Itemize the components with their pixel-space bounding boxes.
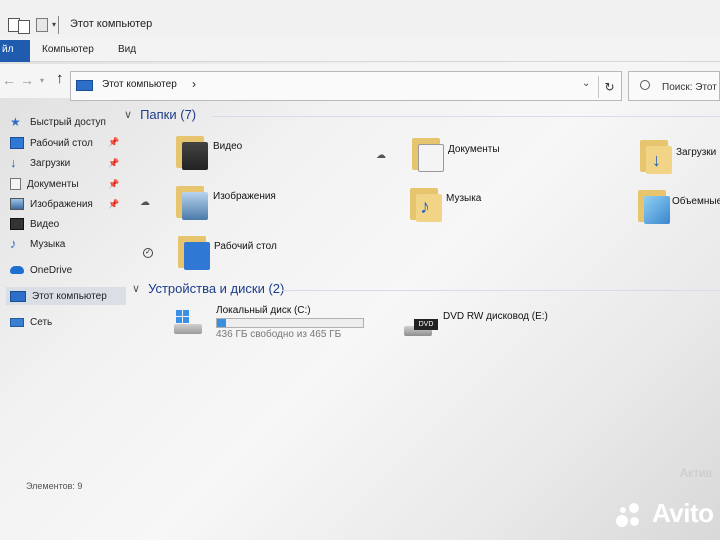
- sidebar-item-video[interactable]: Видео: [10, 215, 59, 233]
- up-arrow-icon[interactable]: ↑: [56, 70, 64, 87]
- sidebar-item-label: Быстрый доступ: [30, 116, 106, 128]
- collapse-chevron-icon[interactable]: ∨: [132, 282, 140, 295]
- folders-group-title: Папки (7): [140, 107, 197, 122]
- avito-watermark: Avito: [614, 498, 714, 529]
- documents-folder-icon: [412, 138, 444, 172]
- pin-icon[interactable]: 📌: [108, 179, 119, 190]
- sidebar-item-label: Этот компьютер: [32, 290, 107, 302]
- this-pc-icon: [10, 290, 26, 302]
- downloads-folder-icon: ↓: [640, 140, 672, 174]
- video-icon: [10, 218, 24, 230]
- onedrive-icon: [10, 266, 24, 274]
- folder-item-documents[interactable]: Документы: [412, 138, 612, 178]
- 3d-objects-folder-icon: [638, 190, 670, 224]
- new-folder-icon[interactable]: [36, 18, 48, 32]
- sidebar-item-documents[interactable]: Документы: [10, 175, 79, 193]
- cloud-status-icon: ☁: [376, 150, 386, 161]
- download-icon: ↓: [10, 155, 17, 170]
- computer-icon: [76, 80, 93, 91]
- folder-label: Видео: [213, 141, 243, 152]
- drives-group-title: Устройства и диски (2): [148, 281, 285, 296]
- avito-brand-text: Avito: [652, 498, 714, 528]
- collapse-chevron-icon[interactable]: ∨: [124, 108, 132, 121]
- network-icon: [10, 317, 24, 327]
- folder-item-video[interactable]: Видео: [176, 136, 376, 176]
- sidebar-item-label: OneDrive: [30, 264, 73, 276]
- group-divider: [282, 290, 720, 291]
- drive-label: DVD RW дисковод (E:): [443, 311, 548, 322]
- folder-label: Объемные: [672, 196, 720, 207]
- sidebar-item-label: Сеть: [30, 316, 53, 328]
- ribbon-tab-bar: [0, 38, 720, 62]
- folder-item-desktop[interactable]: Рабочий стол: [178, 236, 378, 276]
- cloud-status-icon: ☁: [140, 197, 150, 208]
- synced-check-icon: ✓: [143, 248, 153, 258]
- tab-view[interactable]: Вид: [118, 44, 136, 55]
- sidebar-item-this-pc[interactable]: Этот компьютер: [10, 287, 107, 305]
- sidebar-item-quick-access[interactable]: ★ Быстрый доступ: [10, 113, 106, 131]
- folder-label: Изображения: [213, 191, 276, 202]
- folder-label: Документы: [448, 144, 500, 155]
- folder-label: Рабочий стол: [214, 241, 277, 252]
- activate-windows-watermark: Актив: [680, 466, 712, 480]
- music-folder-icon: ♪: [410, 188, 442, 222]
- drive-free-space: 436 ГБ свободно из 465 ГБ: [216, 329, 342, 340]
- sidebar-item-label: Загрузки: [30, 157, 71, 169]
- drive-label: Локальный диск (C:): [216, 305, 311, 316]
- address-location[interactable]: Этот компьютер: [102, 79, 177, 90]
- sidebar-item-label: Рабочий стол: [30, 137, 93, 149]
- pin-icon[interactable]: 📌: [108, 158, 119, 169]
- customize-toolbar-icon[interactable]: ▾: [52, 20, 56, 29]
- desktop-icon: [10, 137, 24, 149]
- folder-label: Музыка: [446, 193, 482, 204]
- sidebar-item-label: Музыка: [30, 238, 66, 250]
- hard-drive-icon: [174, 310, 204, 334]
- quick-access-check-icon[interactable]: [18, 20, 30, 34]
- sidebar-item-label: Изображения: [30, 198, 93, 210]
- search-input[interactable]: Поиск: Этот к: [662, 82, 720, 93]
- forward-icon[interactable]: →: [20, 72, 34, 88]
- star-icon: ★: [10, 115, 21, 129]
- status-item-count: Элементов: 9: [26, 481, 83, 491]
- pin-icon[interactable]: 📌: [108, 137, 119, 148]
- pictures-icon: [10, 198, 24, 210]
- search-icon: [640, 80, 650, 90]
- documents-icon: [10, 178, 21, 190]
- dvd-drive-icon: DVD: [404, 312, 438, 336]
- video-folder-icon: [176, 136, 208, 170]
- avito-logo-icon: [614, 499, 646, 529]
- drives-group-header[interactable]: ∨ Устройства и диски (2): [132, 281, 284, 296]
- tab-computer[interactable]: Компьютер: [42, 44, 94, 55]
- drive-usage-bar: [216, 318, 364, 328]
- sidebar-item-label: Документы: [27, 178, 79, 190]
- sidebar-item-onedrive[interactable]: OneDrive: [10, 261, 72, 279]
- desktop-folder-icon: [178, 236, 210, 270]
- sidebar-item-label: Видео: [30, 218, 60, 230]
- drive-usage-fill: [217, 319, 226, 327]
- dvd-badge: DVD: [414, 319, 438, 330]
- recent-locations-icon[interactable]: ▾: [40, 76, 44, 85]
- title-separator: [58, 16, 59, 34]
- back-icon[interactable]: ←: [2, 72, 16, 88]
- pin-icon[interactable]: 📌: [108, 199, 119, 210]
- window-title: Этот компьютер: [70, 18, 153, 30]
- sidebar-item-music[interactable]: ♪ Музыка: [10, 235, 65, 253]
- folder-item-music[interactable]: ♪ Музыка: [410, 188, 610, 228]
- address-dropdown-icon[interactable]: ⌄: [582, 78, 590, 89]
- folder-label: Загрузки: [676, 147, 717, 158]
- folder-item-downloads[interactable]: ↓ Загрузки: [640, 140, 720, 180]
- music-icon: ♪: [10, 236, 17, 251]
- folders-group-header[interactable]: ∨ Папки (7): [124, 107, 196, 122]
- sidebar-item-pictures[interactable]: Изображения: [10, 195, 93, 213]
- sidebar-item-desktop[interactable]: Рабочий стол: [10, 134, 93, 152]
- folder-item-pictures[interactable]: Изображения: [176, 186, 376, 226]
- tab-file[interactable]: йл: [0, 40, 30, 62]
- group-divider: [212, 116, 720, 117]
- sidebar-item-network[interactable]: Сеть: [10, 313, 52, 331]
- pictures-folder-icon: [176, 186, 208, 220]
- sidebar-item-downloads[interactable]: ↓ Загрузки: [10, 154, 70, 172]
- refresh-icon[interactable]: ↻: [598, 76, 620, 98]
- breadcrumb-chevron-icon[interactable]: ›: [192, 77, 196, 91]
- folder-item-3d-objects[interactable]: Объемные: [638, 190, 720, 230]
